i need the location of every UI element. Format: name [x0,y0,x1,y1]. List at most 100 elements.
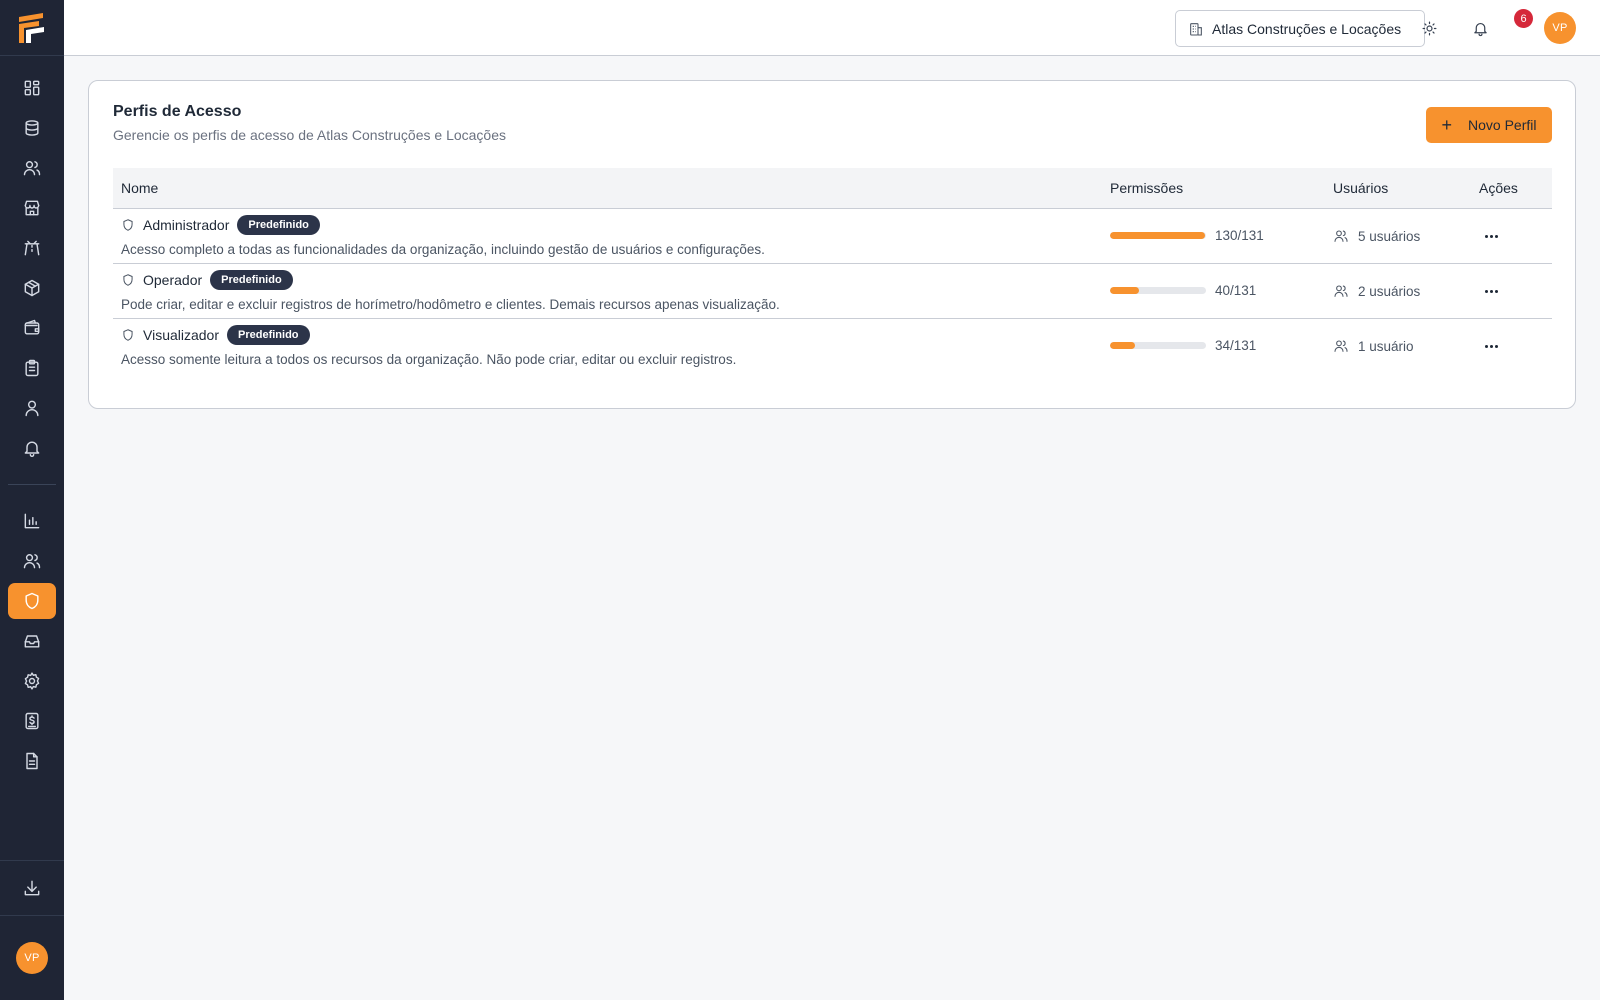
dollar-receipt-icon [25,712,39,730]
users-cell: 1 usuário [1333,338,1414,354]
more-icon [1489,344,1493,348]
table-row[interactable]: Administrador Predefinido Acesso complet… [113,209,1552,264]
wallet-icon [24,319,40,335]
download-button[interactable] [0,861,64,915]
row-actions-button[interactable] [1479,226,1503,246]
bell-icon [1473,22,1487,36]
profile-description: Acesso somente leitura a todos os recurs… [121,352,737,367]
profile-description: Acesso completo a todas as funcionalidad… [121,242,765,257]
sidebar-footer: VP [0,860,64,1000]
shield-icon [25,592,39,610]
table-row[interactable]: Operador Predefinido Pode criar, editar … [113,264,1552,319]
row-actions-button[interactable] [1479,336,1503,356]
theme-toggle-button[interactable] [1415,14,1443,42]
shield-icon [123,329,133,341]
nav-clipboard[interactable] [8,350,56,386]
logo-icon [19,12,44,43]
permissions-progress-fill [1110,287,1140,294]
column-header-users[interactable]: Usuários [1333,180,1388,196]
predefined-badge: Predefinido [237,215,320,235]
users-icon [1334,230,1348,242]
page-title: Perfis de Acesso [113,103,242,120]
chart-icon [24,513,40,529]
table-header: Nome Permissões Usuários Ações [113,168,1552,209]
nav-road[interactable] [8,230,56,266]
nav-inbox[interactable] [8,623,56,659]
app-logo[interactable] [0,0,64,56]
plus-icon: + [1441,115,1453,135]
store-icon [24,200,40,216]
document-icon [26,752,38,770]
users-icon [1334,340,1348,352]
profile-name: Administrador [143,217,230,233]
users-cell: 5 usuários [1333,228,1420,244]
topbar: Atlas Construções e Locações 6 VP [64,0,1600,56]
page-subtitle: Gerencie os perfis de acesso de Atlas Co… [113,127,506,143]
organization-name: Atlas Construções e Locações [1212,20,1402,37]
bell-icon [24,441,40,457]
download-button-wrap[interactable] [8,870,56,906]
sidebar-nav-top [0,56,64,779]
nav-user[interactable] [8,390,56,426]
nav-database[interactable] [8,110,56,146]
user-avatar[interactable]: VP [1544,12,1576,44]
nav-dashboard[interactable] [8,70,56,106]
shield-icon [123,219,133,231]
permissions-count: 40/131 [1215,283,1257,298]
users-count: 5 usuários [1358,228,1421,244]
nav-notifications[interactable] [8,430,56,466]
gear-icon [24,672,40,690]
profile-name-cell: Administrador Predefinido [121,215,320,235]
users-cell: 2 usuários [1333,283,1420,299]
predefined-badge: Predefinido [210,270,293,290]
users-icon [23,554,41,569]
table-body: Administrador Predefinido Acesso complet… [113,209,1552,374]
organization-selector[interactable]: Atlas Construções e Locações [1175,10,1425,47]
profile-description: Pode criar, editar e excluir registros d… [121,297,780,312]
more-icon [1494,344,1498,348]
nav-settings[interactable] [8,663,56,699]
sidebar: VP [0,0,64,1000]
profile-name: Visualizador [143,327,220,343]
building-icon [1190,22,1202,36]
profile-name: Operador [143,272,203,288]
permissions-count: 34/131 [1215,338,1257,353]
nav-billing[interactable] [8,703,56,739]
clipboard-icon [25,359,39,377]
more-icon [1484,344,1488,348]
notification-count-badge: 6 [1514,9,1533,28]
table-row[interactable]: Visualizador Predefinido Acesso somente … [113,319,1552,374]
new-profile-button[interactable]: + Novo Perfil [1426,107,1552,143]
profile-name-cell: Operador Predefinido [121,270,293,290]
nav-store[interactable] [8,190,56,226]
permissions-cell: 130/131 [1110,228,1264,243]
column-header-name[interactable]: Nome [121,180,158,196]
nav-documents[interactable] [8,743,56,779]
column-header-permissions[interactable]: Permissões [1110,180,1183,196]
more-icon [1489,289,1493,293]
users-count: 2 usuários [1358,283,1421,299]
more-icon [1494,289,1498,293]
users-count: 1 usuário [1358,338,1414,354]
nav-wallet[interactable] [8,310,56,346]
permissions-progress-bar [1110,287,1206,294]
more-icon [1484,289,1488,293]
nav-package[interactable] [8,270,56,306]
dashboard-icon [24,80,40,96]
nav-reports[interactable] [8,503,56,539]
notifications-button[interactable] [1466,14,1494,42]
sidebar-avatar[interactable]: VP [16,942,48,974]
download-icon [24,880,40,896]
permissions-cell: 34/131 [1110,338,1256,353]
sidebar-user: VP [0,916,64,1000]
row-actions-button[interactable] [1479,281,1503,301]
permissions-progress-fill [1110,232,1206,239]
new-profile-label: Novo Perfil [1468,117,1537,133]
nav-divider [8,484,56,485]
nav-users[interactable] [8,150,56,186]
nav-access-profiles[interactable] [8,583,56,619]
user-icon [25,400,39,417]
more-icon [1484,234,1488,238]
nav-team[interactable] [8,543,56,579]
permissions-cell: 40/131 [1110,283,1256,298]
